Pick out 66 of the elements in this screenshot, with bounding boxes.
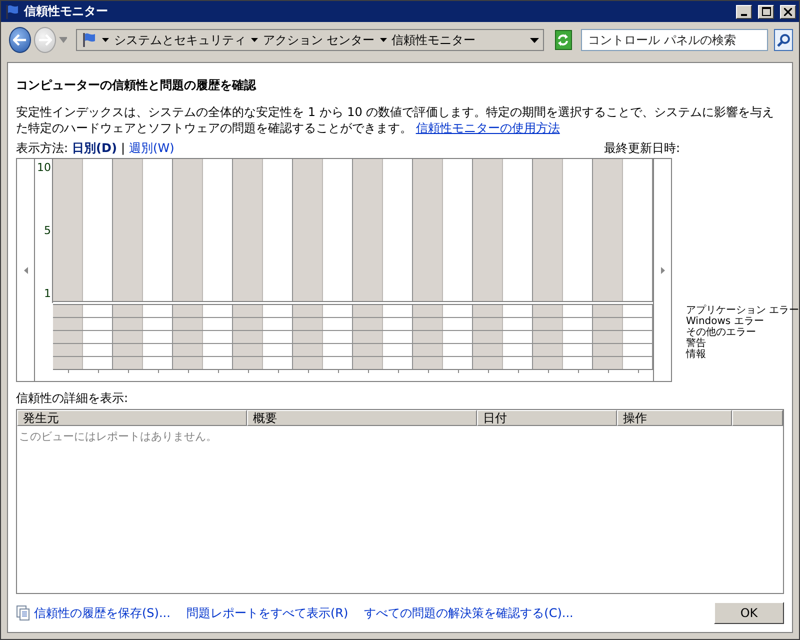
axis-label: 5	[44, 224, 51, 237]
search-icon	[776, 33, 791, 47]
empty-message: このビューにはレポートはありません。	[18, 429, 218, 445]
details-label: 信頼性の詳細を表示:	[16, 390, 130, 407]
view-label: 表示方法:	[16, 140, 68, 156]
column-header[interactable]: 発生元	[17, 410, 247, 426]
caret-icon[interactable]	[250, 38, 258, 42]
column-header[interactable]: 操作	[617, 410, 732, 426]
event-column[interactable]	[233, 305, 263, 369]
minimize-button[interactable]	[736, 4, 752, 18]
legend-label: 情報	[686, 349, 707, 360]
event-column[interactable]	[533, 305, 563, 369]
column-header[interactable]: 日付	[477, 410, 617, 426]
page-heading: コンピューターの信頼性と問題の履歴を確認	[16, 77, 258, 94]
dropdown-icon[interactable]	[530, 38, 539, 42]
close-icon	[784, 8, 792, 16]
event-column[interactable]	[53, 305, 83, 369]
event-column[interactable]	[353, 305, 383, 369]
event-column[interactable]	[113, 305, 143, 369]
footer-link[interactable]: すべての問題の解決策を確認する(C)...	[364, 604, 574, 622]
breadcrumb[interactable]: アクション センター	[262, 32, 375, 48]
footer-link[interactable]: 問題レポートをすべて表示(R)	[186, 604, 348, 622]
breadcrumb[interactable]: 信頼性モニター	[392, 32, 476, 48]
ok-button[interactable]: OK	[714, 602, 784, 624]
description: 安定性インデックスは、システムの全体的な安定性を 1 から 10 の数値で評価します。特定の期間を選択することで、システムに影響を与えた特定のハードウェアとソフトウェアの問題を確認することができます。 信頼性モニターの使用方法	[16, 104, 776, 136]
event-column[interactable]	[593, 305, 623, 369]
axis-label: 10	[37, 161, 51, 174]
legend-label: 警告	[686, 338, 707, 349]
event-column[interactable]	[173, 305, 203, 369]
minimize-icon	[741, 14, 747, 16]
help-link[interactable]: 信頼性モニターの使用方法	[416, 121, 560, 135]
address-bar[interactable]: システムとセキュリティ アクション センター 信頼性モニター	[76, 29, 544, 51]
document-icon	[16, 605, 30, 621]
maximize-icon	[762, 7, 770, 16]
flag-icon	[4, 4, 20, 20]
close-button[interactable]	[780, 4, 796, 18]
column-header[interactable]	[732, 410, 783, 426]
maximize-button[interactable]	[758, 4, 774, 18]
window-title: 信頼性モニター	[24, 3, 109, 20]
last-updated-label: 最終更新日時:	[604, 140, 680, 156]
event-column[interactable]	[413, 305, 443, 369]
forward-arrow-icon	[38, 34, 52, 46]
event-column[interactable]	[293, 305, 323, 369]
search-button[interactable]	[774, 29, 793, 51]
column-header[interactable]: 概要	[247, 410, 477, 426]
axis-label: 1	[44, 287, 51, 300]
right-arrow-icon[interactable]	[660, 266, 664, 274]
footer-link[interactable]: 信頼性の履歴を保存(S)...	[34, 604, 170, 622]
view-option[interactable]: 日別(D)	[72, 140, 117, 156]
event-column[interactable]	[473, 305, 503, 369]
back-arrow-icon	[13, 34, 28, 46]
view-option[interactable]: 週別(W)	[129, 140, 174, 156]
refresh-button[interactable]	[554, 30, 572, 50]
separator: |	[120, 141, 126, 155]
left-arrow-icon[interactable]	[24, 266, 28, 274]
caret-icon[interactable]	[102, 38, 109, 42]
caret-icon[interactable]	[380, 38, 387, 42]
legend-label: アプリケーション エラー	[686, 305, 800, 316]
flag-icon	[80, 32, 97, 48]
legend-label: Windows エラー	[686, 316, 765, 327]
breadcrumb[interactable]: システムとセキュリティ	[114, 32, 246, 48]
legend-label: その他のエラー	[686, 327, 757, 338]
search-field[interactable]: コントロール パネルの検索	[581, 29, 768, 51]
refresh-icon	[556, 33, 570, 47]
stability-chart[interactable]: 10 5 1	[16, 158, 672, 382]
back-button[interactable]	[9, 27, 32, 53]
